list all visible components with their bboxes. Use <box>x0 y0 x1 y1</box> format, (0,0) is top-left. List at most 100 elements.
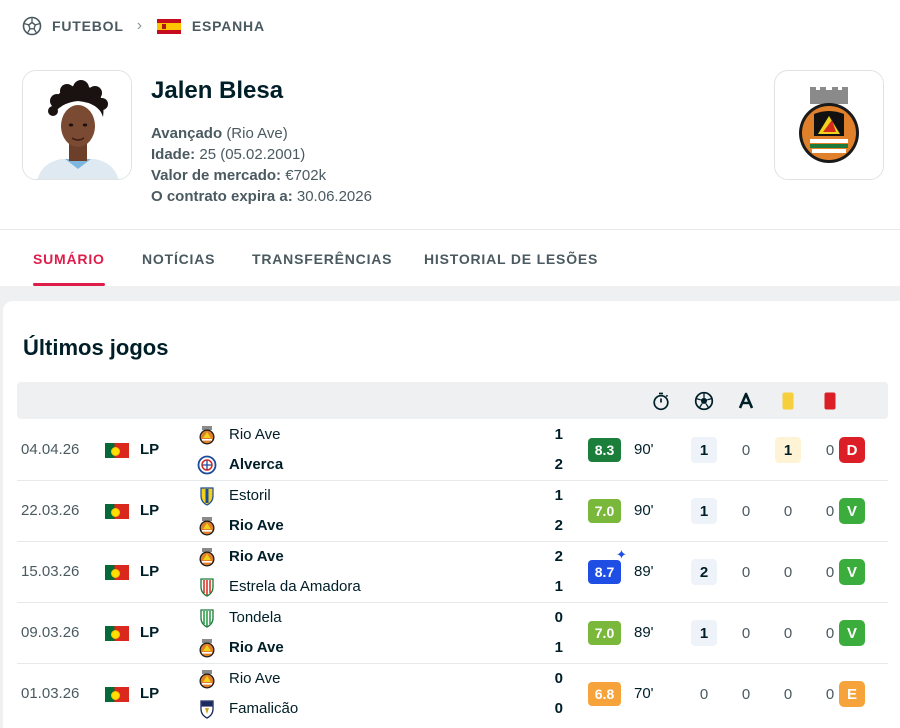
goals-stat: 0 <box>699 685 709 703</box>
market-value: €702k <box>285 167 327 184</box>
breadcrumb-country-link[interactable]: ESPANHA <box>192 18 265 34</box>
home-team: Rio Ave <box>229 426 281 443</box>
tab-injury-history[interactable]: HISTORIAL DE LESÕES <box>424 249 598 269</box>
portugal-flag-icon <box>105 626 129 641</box>
active-tab-indicator <box>33 283 105 286</box>
competition: LP <box>140 502 160 519</box>
goals-stat: 1 <box>691 437 717 463</box>
portugal-flag-icon <box>105 504 129 519</box>
assists-stat: 0 <box>741 502 751 520</box>
result-badge: V <box>839 620 865 646</box>
player-photo <box>22 70 132 180</box>
minutes-played: 89' <box>634 563 654 580</box>
player-position-line: Avançado (Rio Ave) <box>151 124 288 144</box>
yellow-cards-stat: 1 <box>775 437 801 463</box>
player-position: Avançado <box>151 125 223 142</box>
assists-stat: 0 <box>741 624 751 642</box>
player-rating-badge: 8.3 <box>588 438 621 462</box>
tabs-divider <box>0 229 900 230</box>
assists-stat: 0 <box>741 685 751 703</box>
minutes-played: 70' <box>634 685 654 702</box>
estrela-da-amadora-logo-icon <box>200 578 214 597</box>
market-value-line: Valor de mercado: €702k <box>151 166 326 186</box>
alverca-logo-icon <box>197 455 217 475</box>
best-player-star-icon: ✦ <box>616 547 627 562</box>
age-label: Idade: <box>151 146 196 163</box>
age-value: 25 (05.02.2001) <box>199 146 306 163</box>
home-score: 1 <box>554 487 563 504</box>
yellow-cards-stat: 0 <box>783 624 793 642</box>
breadcrumb: FUTEBOL › ESPANHA <box>22 14 265 38</box>
match-date: 09.03.26 <box>21 624 80 641</box>
player-age-line: Idade: 25 (05.02.2001) <box>151 145 305 165</box>
rio-ave-logo-icon <box>199 670 215 689</box>
spain-flag-icon <box>156 18 181 34</box>
famalicao-logo-icon <box>200 700 214 719</box>
minutes-played: 90' <box>634 502 654 519</box>
match-date: 15.03.26 <box>21 563 80 580</box>
player-rating-badge: 8.7 <box>588 560 621 584</box>
away-team: Alverca <box>229 456 284 473</box>
yellow-cards-stat: 0 <box>783 502 793 520</box>
assists-stat: 0 <box>741 441 751 459</box>
contract-label: O contrato expira a: <box>151 188 293 205</box>
away-score: 2 <box>554 517 563 534</box>
rio-ave-logo-icon <box>199 639 215 658</box>
away-score: 2 <box>554 456 563 473</box>
estoril-logo-icon <box>200 487 214 506</box>
tondela-logo-icon <box>200 609 214 628</box>
player-header-card <box>0 0 900 286</box>
away-score: 1 <box>554 578 563 595</box>
contract-value: 30.06.2026 <box>296 188 372 205</box>
yellow-cards-stat: 0 <box>783 685 793 703</box>
rio-ave-crest-icon <box>799 87 859 163</box>
home-team: Estoril <box>229 487 271 504</box>
breadcrumb-sport-link[interactable]: FUTEBOL <box>52 18 124 34</box>
home-score: 0 <box>554 609 563 626</box>
tab-news[interactable]: NOTÍCIAS <box>142 249 215 269</box>
result-badge: V <box>839 559 865 585</box>
rio-ave-logo-icon <box>199 548 215 567</box>
minutes-played: 89' <box>634 624 654 641</box>
club-logo[interactable] <box>774 70 884 180</box>
result-badge: D <box>839 437 865 463</box>
home-score: 2 <box>554 548 563 565</box>
assists-stat: 0 <box>741 563 751 581</box>
yellow-card-icon <box>778 391 798 411</box>
tab-summary[interactable]: SUMÁRIO <box>33 249 105 269</box>
match-date: 22.03.26 <box>21 502 80 519</box>
away-score: 1 <box>554 639 563 656</box>
match-date: 01.03.26 <box>21 685 80 702</box>
goals-stat: 1 <box>691 498 717 524</box>
player-team-link[interactable]: (Rio Ave) <box>226 125 287 142</box>
goals-stat: 1 <box>691 620 717 646</box>
competition: LP <box>140 624 160 641</box>
section-title: Últimos jogos <box>23 335 169 360</box>
home-team: Rio Ave <box>229 548 284 565</box>
away-score: 0 <box>554 700 563 717</box>
rio-ave-logo-icon <box>199 517 215 536</box>
stopwatch-icon <box>651 391 671 411</box>
home-team: Rio Ave <box>229 670 281 687</box>
player-name: Jalen Blesa <box>151 77 284 104</box>
chevron-right-icon: › <box>136 17 143 34</box>
home-score: 1 <box>554 426 563 443</box>
assist-icon <box>736 391 756 411</box>
player-rating-badge: 7.0 <box>588 499 621 523</box>
portugal-flag-icon <box>105 687 129 702</box>
player-rating-badge: 6.8 <box>588 682 621 706</box>
competition: LP <box>140 441 160 458</box>
player-portrait-image <box>23 71 131 179</box>
portugal-flag-icon <box>105 565 129 580</box>
portugal-flag-icon <box>105 443 129 458</box>
home-score: 0 <box>554 670 563 687</box>
tab-transfers[interactable]: TRANSFERÊNCIAS <box>252 249 392 269</box>
contract-line: O contrato expira a: 30.06.2026 <box>151 187 372 207</box>
competition: LP <box>140 685 160 702</box>
player-rating-badge: 7.0 <box>588 621 621 645</box>
away-team: Famalicão <box>229 700 299 717</box>
away-team: Rio Ave <box>229 517 284 534</box>
market-value-label: Valor de mercado: <box>151 167 282 184</box>
result-badge: V <box>839 498 865 524</box>
yellow-cards-stat: 0 <box>783 563 793 581</box>
